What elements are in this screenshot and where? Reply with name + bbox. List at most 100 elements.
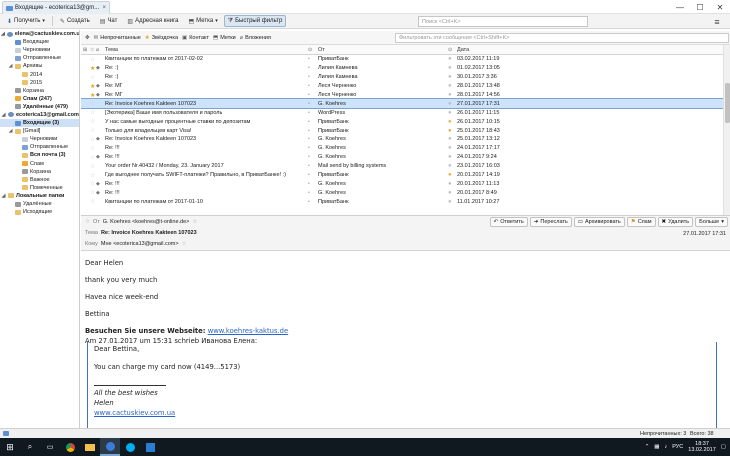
folder-item[interactable]: Спам (247) (0, 95, 79, 103)
junk-status-icon[interactable]: ● (448, 163, 452, 169)
message-row[interactable]: ☆ ◆ Re: !!! • G. Koehres ● 20.01.2017 8:49 (81, 188, 730, 197)
folder-item[interactable]: Черновики (0, 46, 79, 54)
message-row[interactable]: ☆ Re: Invoice Koehres Kakteen 107023 • G. K… (81, 98, 730, 110)
star-icon[interactable]: ☆ (90, 163, 96, 170)
star-icon[interactable]: ☆ (90, 172, 96, 179)
read-status-icon[interactable]: • (308, 65, 310, 71)
read-status-icon[interactable]: • (308, 128, 310, 134)
thread-scrollbar[interactable] (723, 45, 730, 215)
star-icon[interactable]: ☆ (90, 145, 96, 152)
folder-item[interactable]: 2015 (0, 79, 79, 87)
junk-icon[interactable]: ● (448, 128, 452, 134)
folder-item[interactable]: Спам (0, 160, 79, 168)
filter-tags[interactable]: ⬒ Метки (213, 35, 236, 41)
chat-button[interactable]: ▤ Чат (96, 15, 122, 27)
junk-status-icon[interactable]: ● (448, 136, 452, 142)
read-status-icon[interactable]: • (308, 154, 310, 160)
star-icon[interactable]: ☆ (90, 198, 96, 205)
folder-item[interactable]: Входящие (0, 38, 79, 46)
column-date[interactable]: Дата (457, 47, 527, 53)
folder-item[interactable]: Отправленные (0, 54, 79, 62)
app-menu-icon[interactable]: ≡ (710, 15, 724, 28)
spam-button[interactable]: ⚑ Спам (626, 217, 656, 227)
maximize-button[interactable]: ☐ (690, 0, 710, 14)
junk-status-icon[interactable]: ● (448, 110, 452, 116)
thunderbird-icon[interactable] (100, 438, 120, 456)
folder-item[interactable]: Вся почта (3) (0, 151, 79, 159)
star-icon[interactable]: ☆ (90, 74, 96, 81)
twisty-icon[interactable]: ◢ (1, 192, 6, 200)
folder-item[interactable]: ◢ [Gmail] (0, 127, 79, 135)
chrome-icon[interactable] (60, 438, 80, 456)
read-status-icon[interactable]: • (308, 101, 310, 107)
filter-contact[interactable]: ▣ Контакт (182, 35, 209, 41)
address-book-button[interactable]: ▥ Адресная книга (123, 15, 182, 27)
scrollbar-thumb[interactable] (725, 83, 730, 123)
twisty-icon[interactable]: ◢ (1, 30, 5, 38)
twisty-icon[interactable]: ◢ (8, 62, 13, 70)
twisty-icon[interactable]: ◢ (8, 127, 13, 135)
star-icon[interactable]: ☆ (90, 100, 96, 107)
filter-search-input[interactable]: Фильтровать эти сообщения <Ctrl+Shift+K> (395, 33, 729, 43)
message-row[interactable]: ☆ ◆ Re: !!! • G. Koehres ● 24.01.2017 9:24 (81, 153, 730, 162)
keyboard-language[interactable]: РУС (672, 444, 683, 450)
junk-status-icon[interactable]: ● (448, 181, 452, 187)
reply-button[interactable]: ↶ Ответить (489, 217, 528, 227)
junk-status-icon[interactable]: ● (448, 74, 452, 80)
file-explorer-icon[interactable] (80, 438, 100, 456)
read-status-icon[interactable]: • (308, 74, 310, 80)
filter-attachments[interactable]: ⌀ Вложения (240, 35, 271, 41)
read-status-icon[interactable]: • (308, 181, 310, 187)
junk-status-icon[interactable]: ● (448, 65, 452, 71)
to-value[interactable]: Мне <ecoterica13@gmail.com> (101, 241, 179, 247)
thread-column-icon[interactable]: ⊞ (83, 47, 87, 53)
activity-icon[interactable] (3, 431, 9, 436)
message-row[interactable]: ☆ Re: !!! • G. Koehres ● 24.01.2017 17:17 (81, 144, 730, 153)
message-row[interactable]: ★ ◆ Re: :) • Лилия Камнева ● 01.02.2017 13:05 (81, 64, 730, 73)
delete-button[interactable]: ✖ Удалить (657, 217, 694, 227)
folder-item[interactable]: Корзина (0, 168, 79, 176)
junk-status-icon[interactable]: ● (448, 190, 452, 196)
message-row[interactable]: ☆ ◆ Re: Invoice Koehres Kakteen 107023 • G. … (81, 135, 730, 144)
window-tab[interactable]: Входящие - ecoterica13@gm... × (2, 1, 110, 14)
folder-item[interactable]: Корзина (0, 87, 79, 95)
folder-item[interactable]: Исходящие (0, 208, 79, 216)
global-search-input[interactable]: Поиск <Ctrl+K> (418, 16, 588, 27)
write-button[interactable]: ✎ Создать (56, 15, 94, 27)
junk-column-icon[interactable]: ⊙ (448, 47, 452, 53)
folder-item[interactable]: Отправленные (0, 143, 79, 151)
tray-up-icon[interactable]: ⌃ (645, 444, 650, 450)
message-row[interactable]: ☆ Где выгоднее получать SWIFT-платежи? Пр… (81, 171, 730, 180)
read-status-icon[interactable]: • (308, 136, 310, 142)
message-row[interactable]: ☆ ◆ Re: !!! • G. Koehres ● 20.01.2017 11:13 (81, 179, 730, 188)
junk-status-icon[interactable]: ● (448, 199, 452, 205)
volume-icon[interactable]: ♪ (665, 444, 668, 450)
message-row[interactable]: ★ ◆ Re: МГ • Леся Черненко ● 28.01.2017 13:48 (81, 82, 730, 91)
pin-icon[interactable]: ✥ (85, 35, 90, 41)
minimize-button[interactable]: — (670, 0, 690, 14)
message-row[interactable]: ☆ [Экотерика] Ваше имя пользователя и пар… (81, 108, 730, 117)
folder-item[interactable]: Помеченные (0, 184, 79, 192)
read-status-icon[interactable]: • (308, 145, 310, 151)
folder-item[interactable]: Важное (0, 176, 79, 184)
message-row[interactable]: ☆ Квитанции по платежам от 2017-01-10 • При… (81, 197, 730, 206)
read-status-column-icon[interactable]: ⊙ (308, 47, 312, 53)
junk-status-icon[interactable]: ● (448, 92, 452, 98)
get-messages-button[interactable]: ⬇ Получить ▾ (3, 15, 49, 27)
app-icon[interactable] (140, 438, 160, 456)
junk-status-icon[interactable]: ● (448, 145, 452, 151)
close-window-button[interactable]: ✕ (710, 0, 730, 14)
star-icon[interactable]: ☆ (182, 241, 187, 247)
junk-status-icon[interactable]: ● (448, 154, 452, 160)
quote-website-link[interactable]: www.cactuskiev.com.ua (94, 409, 175, 417)
folder-item[interactable]: Входящие (3) (0, 119, 79, 128)
junk-icon[interactable]: ● (448, 119, 452, 125)
clock[interactable]: 18:37 13.02.2017 (688, 441, 716, 454)
filter-starred[interactable]: ★ Звёздочка (145, 35, 178, 41)
more-button[interactable]: Больше ▾ (695, 217, 728, 227)
junk-icon[interactable]: ● (448, 172, 452, 178)
folder-item[interactable]: ◢ Локальные папки (0, 192, 79, 200)
folder-item[interactable]: ◢ ecoterica13@gmail.com (0, 111, 79, 119)
read-status-icon[interactable]: • (308, 172, 310, 178)
message-row[interactable]: ☆ У нас самые выгодные процентные ставки … (81, 117, 730, 126)
